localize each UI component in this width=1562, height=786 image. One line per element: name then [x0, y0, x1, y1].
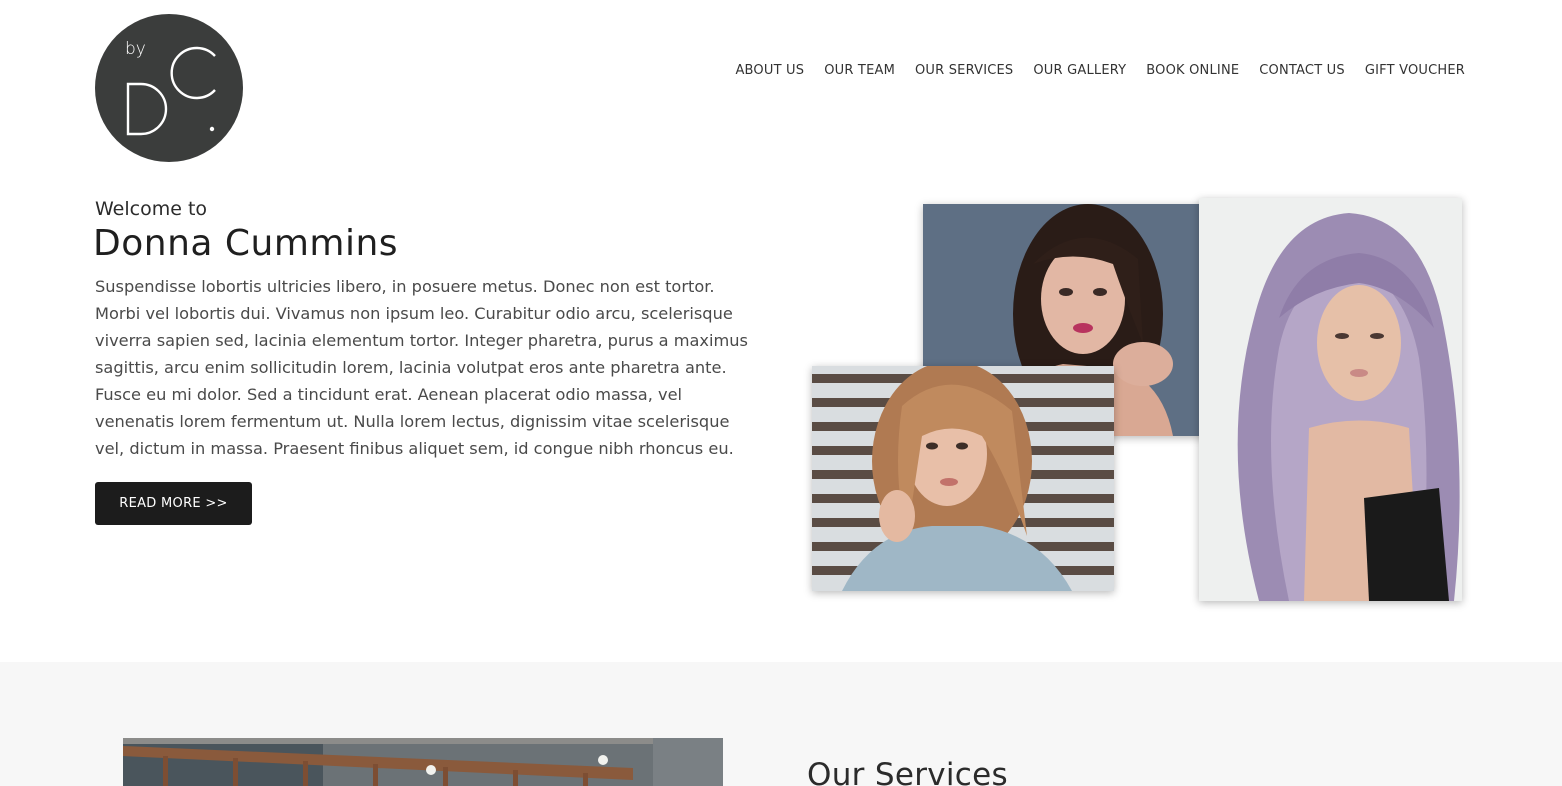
services-heading: Our Services	[807, 757, 1008, 786]
nav-our-gallery[interactable]: OUR GALLERY	[1033, 63, 1126, 78]
welcome-heading: Welcome to	[95, 198, 208, 220]
nav-book-online[interactable]: BOOK ONLINE	[1146, 63, 1239, 78]
gallery-photo-purple-hair	[1199, 198, 1462, 601]
logo-letter-c	[170, 46, 216, 100]
services-photo-salon	[123, 738, 723, 786]
site-logo[interactable]: by	[95, 14, 243, 162]
intro-paragraph: Suspendisse lobortis ultricies libero, i…	[95, 277, 748, 458]
logo-top-text: by	[125, 39, 146, 59]
logo-mark: by	[125, 39, 216, 136]
nav-about-us[interactable]: ABOUT US	[735, 63, 804, 78]
logo-dot	[209, 126, 215, 132]
gallery-photo-blonde	[812, 366, 1114, 591]
page: by ABOUT US OUR TEAM OUR SERVICES OUR GA…	[0, 0, 1562, 786]
page-title: Donna Cummins	[93, 223, 399, 264]
main-nav: ABOUT US OUR TEAM OUR SERVICES OUR GALLE…	[735, 59, 1465, 78]
logo-letter-d	[126, 82, 168, 136]
nav-our-services[interactable]: OUR SERVICES	[915, 63, 1013, 78]
nav-gift-voucher[interactable]: GIFT VOUCHER	[1365, 63, 1465, 78]
nav-our-team[interactable]: OUR TEAM	[824, 63, 895, 78]
nav-contact-us[interactable]: CONTACT US	[1259, 63, 1345, 78]
read-more-button[interactable]: READ MORE >>	[95, 482, 252, 525]
